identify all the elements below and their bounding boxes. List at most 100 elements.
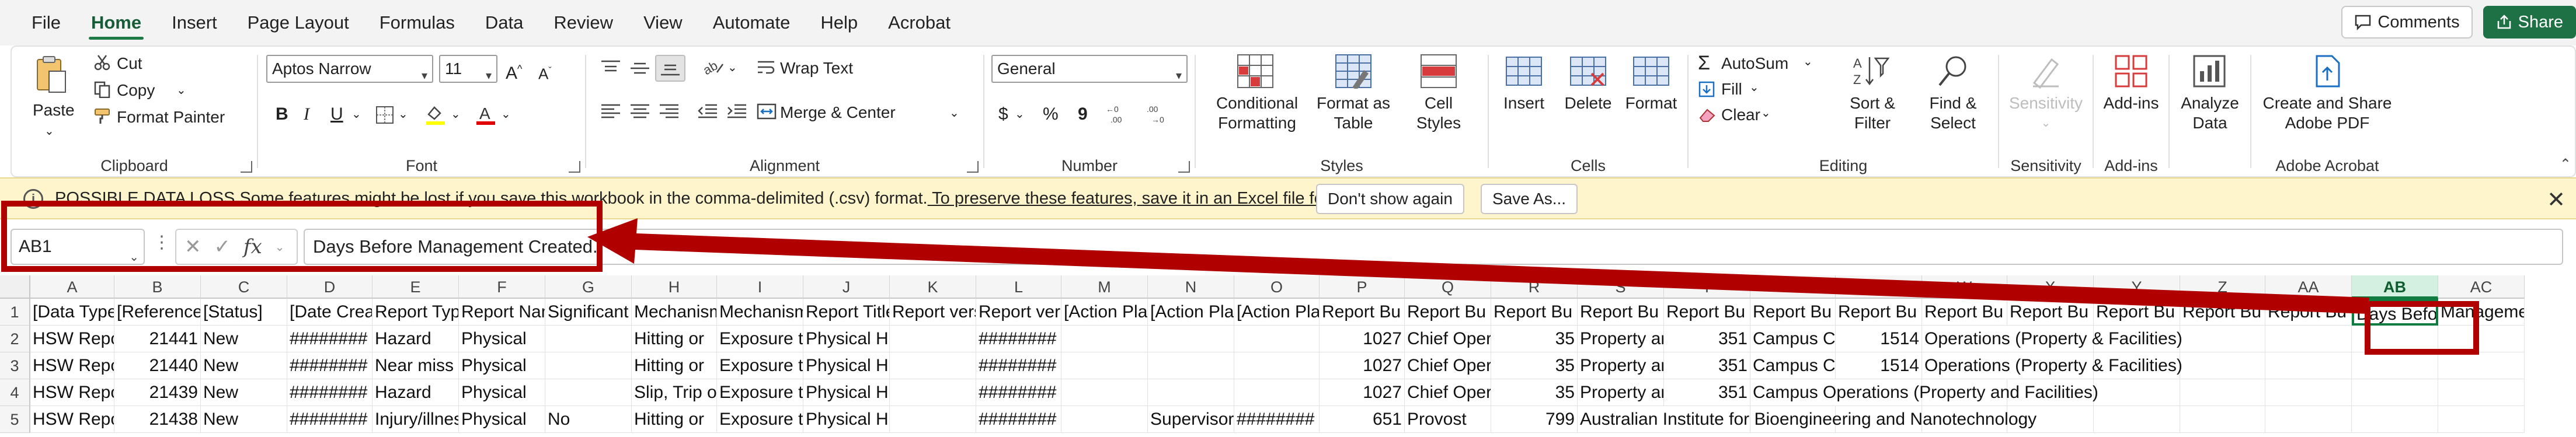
cell-r2[interactable]: 35 [1491, 326, 1578, 352]
cell-z3[interactable] [2180, 352, 2265, 379]
cell-g5[interactable]: No [545, 406, 632, 433]
tab-automate[interactable]: Automate [698, 0, 806, 46]
cell-m5[interactable] [1061, 406, 1148, 433]
collapse-ribbon-icon[interactable]: ⌃ [2560, 156, 2571, 173]
clear-dropdown-caret[interactable]: ⌄ [1761, 103, 1771, 124]
cell-e1[interactable]: Report Type [373, 299, 459, 326]
cell-b2[interactable]: 21441 [114, 326, 201, 352]
cell-n3[interactable] [1148, 352, 1234, 379]
wrap-text-button[interactable]: Wrap Text [780, 58, 853, 78]
row-header-2[interactable]: 2 [0, 326, 30, 352]
clipboard-launcher[interactable] [241, 161, 252, 173]
cell-s3[interactable]: Property and [1578, 352, 1664, 379]
cell-i3[interactable]: Exposure to [717, 352, 803, 379]
cell-a1[interactable]: [Data Type] [30, 299, 114, 326]
create-share-pdf-button[interactable]: Create and Share Adobe PDF [2257, 51, 2397, 151]
tab-home[interactable]: Home [76, 0, 156, 46]
column-header-n[interactable]: N [1148, 275, 1234, 299]
cell-ab4[interactable] [2352, 379, 2438, 406]
cell-q1[interactable]: Report Bu [1405, 299, 1491, 326]
column-header-l[interactable]: L [976, 275, 1061, 299]
column-header-b[interactable]: B [114, 275, 201, 299]
increase-indent-icon[interactable] [726, 103, 747, 120]
clear-button[interactable]: Clear [1721, 105, 1760, 125]
column-header-f[interactable]: F [459, 275, 545, 299]
tab-page-layout[interactable]: Page Layout [232, 0, 364, 46]
column-header-i[interactable]: I [717, 275, 803, 299]
column-header-d[interactable]: D [287, 275, 373, 299]
cell-o4[interactable] [1234, 379, 1320, 406]
cell-k2[interactable] [890, 326, 976, 352]
column-header-j[interactable]: J [803, 275, 890, 299]
cell-i2[interactable]: Exposure to [717, 326, 803, 352]
cell-v2[interactable]: 1514 [1836, 326, 1922, 352]
cell-w3[interactable]: Operations (Property & Facilities) [1922, 352, 2182, 379]
cell-p4[interactable]: 1027 [1320, 379, 1405, 406]
analyze-data-button[interactable]: Analyze Data [2173, 51, 2247, 151]
cell-y1[interactable]: Report Bu [2094, 299, 2180, 326]
cell-q3[interactable]: Chief Operating [1405, 352, 1491, 379]
column-header-p[interactable]: P [1320, 275, 1405, 299]
column-header-r[interactable]: R [1491, 275, 1578, 299]
number-launcher[interactable] [1178, 161, 1190, 173]
alignment-launcher[interactable] [967, 161, 979, 173]
cell-aa3[interactable] [2265, 352, 2352, 379]
cell-t2[interactable]: 351 [1664, 326, 1750, 352]
formula-input[interactable]: Days Before Management Created. [304, 229, 2563, 265]
cell-k4[interactable] [890, 379, 976, 406]
dont-show-again-button[interactable]: Don't show again [1316, 184, 1464, 214]
cell-h2[interactable]: Hitting or [632, 326, 717, 352]
cell-n4[interactable] [1148, 379, 1234, 406]
format-cells-button[interactable]: Format [1622, 51, 1680, 151]
cell-i1[interactable]: Mechanism [717, 299, 803, 326]
cell-aa2[interactable] [2265, 326, 2352, 352]
cell-a2[interactable]: HSW Report [30, 326, 114, 352]
cell-r3[interactable]: 35 [1491, 352, 1578, 379]
cell-y4[interactable] [2094, 379, 2180, 406]
cell-s2[interactable]: Property and [1578, 326, 1664, 352]
cell-aa4[interactable] [2265, 379, 2352, 406]
tab-help[interactable]: Help [805, 0, 873, 46]
cell-j5[interactable]: Physical Hazard/Injury [803, 406, 890, 433]
cell-u4[interactable]: Campus Operations (Property and Faciliti… [1750, 379, 2098, 406]
grow-font-button[interactable]: A^ [506, 58, 522, 84]
tab-view[interactable]: View [628, 0, 698, 46]
cell-c5[interactable]: New [201, 406, 287, 433]
cell-e3[interactable]: Near miss [373, 352, 459, 379]
cell-n2[interactable] [1148, 326, 1234, 352]
cell-e2[interactable]: Hazard [373, 326, 459, 352]
decrease-decimal-icon[interactable]: .00→0 [1146, 103, 1178, 124]
borders-dropdown-caret[interactable]: ⌄ [398, 104, 408, 125]
sort-filter-button[interactable]: AZ Sort & Filter [1834, 51, 1910, 151]
cell-z5[interactable] [2180, 406, 2265, 433]
find-select-button[interactable]: Find & Select [1915, 51, 1991, 151]
cell-f1[interactable]: Report Name [459, 299, 545, 326]
column-header-s[interactable]: S [1578, 275, 1664, 299]
cell-b5[interactable]: 21438 [114, 406, 201, 433]
cell-f4[interactable]: Physical [459, 379, 545, 406]
cell-o1[interactable]: [Action Plan] [1234, 299, 1320, 326]
cell-z1[interactable]: Report Bu [2180, 299, 2265, 326]
column-header-v[interactable]: V [1836, 275, 1922, 299]
cell-n5[interactable]: Supervisor [1148, 406, 1234, 433]
cell-j4[interactable]: Physical Hazard [803, 379, 890, 406]
cell-d5[interactable]: ######## [287, 406, 373, 433]
cell-t4[interactable]: 351 [1664, 379, 1750, 406]
align-top-icon[interactable] [600, 60, 621, 77]
underline-button[interactable]: U [330, 104, 343, 125]
cell-styles-button[interactable]: Cell Styles [1404, 51, 1474, 151]
align-bottom-button[interactable] [655, 55, 685, 82]
insert-cells-button[interactable]: Insert [1495, 51, 1553, 151]
cell-c4[interactable]: New [201, 379, 287, 406]
cell-d4[interactable]: ######## [287, 379, 373, 406]
cell-z2[interactable] [2180, 326, 2265, 352]
column-header-aa[interactable]: AA [2265, 275, 2352, 299]
cell-c2[interactable]: New [201, 326, 287, 352]
close-icon[interactable]: ✕ [2547, 187, 2565, 213]
column-header-y[interactable]: Y [2094, 275, 2180, 299]
column-header-z[interactable]: Z [2180, 275, 2265, 299]
decrease-indent-icon[interactable] [697, 103, 718, 120]
cell-ac3[interactable] [2438, 352, 2525, 379]
save-as-button[interactable]: Save As... [1481, 184, 1578, 214]
column-header-u[interactable]: U [1750, 275, 1836, 299]
